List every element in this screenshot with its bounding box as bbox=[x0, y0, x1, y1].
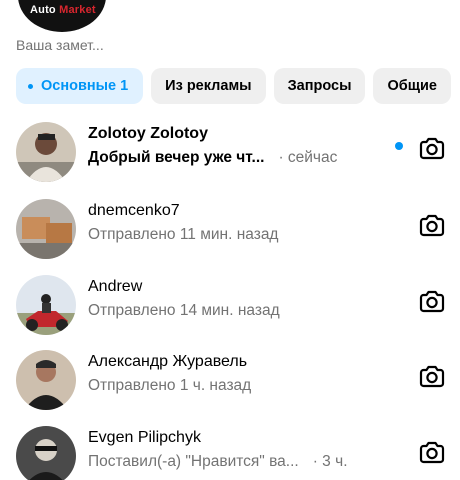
avatar[interactable] bbox=[16, 122, 76, 182]
thread-name: Evgen Pilipchyk bbox=[88, 429, 201, 446]
inbox-tabs: Основные 1 Из рекламы Запросы Общие bbox=[16, 68, 451, 104]
avatar[interactable] bbox=[16, 275, 76, 335]
note-avatar-logo: Auto Market bbox=[30, 4, 96, 16]
thread-name: Zolotoy Zolotoy bbox=[88, 125, 208, 142]
thread-name: Александр Журавель bbox=[88, 353, 248, 370]
avatar[interactable] bbox=[16, 350, 76, 410]
thread-row[interactable]: dnemcenko7 Отправлено 11 мин. назад bbox=[0, 194, 460, 266]
thread-row[interactable]: Zolotoy Zolotoy Добрый вечер уже чт... ·… bbox=[0, 117, 460, 189]
camera-icon[interactable] bbox=[418, 288, 446, 316]
thread-time: · сейчас bbox=[278, 149, 338, 166]
thread-preview: Добрый вечер уже чт... bbox=[88, 149, 265, 166]
thread-name: Andrew bbox=[88, 278, 143, 295]
avatar[interactable] bbox=[16, 199, 76, 259]
thread-preview: Отправлено 11 мин. назад bbox=[88, 226, 279, 243]
camera-icon[interactable] bbox=[418, 135, 446, 163]
tab-ads-label: Из рекламы bbox=[165, 78, 252, 94]
note-avatar[interactable]: Auto Market bbox=[18, 0, 106, 32]
thread-subtitle: Поставил(-а) "Нравится" ва... · 3 ч. bbox=[88, 453, 348, 471]
camera-icon[interactable] bbox=[418, 363, 446, 391]
unread-dot-icon bbox=[395, 142, 403, 150]
tab-requests-label: Запросы bbox=[287, 78, 352, 94]
tab-primary[interactable]: Основные 1 bbox=[16, 68, 144, 104]
thread-preview: Поставил(-а) "Нравится" ва... bbox=[88, 453, 299, 470]
thread-row[interactable]: Evgen Pilipchyk Поставил(-а) "Нравится" … bbox=[0, 421, 460, 480]
thread-subtitle: Добрый вечер уже чт... · сейчас bbox=[88, 149, 337, 167]
thread-name: dnemcenko7 bbox=[88, 202, 180, 219]
camera-icon[interactable] bbox=[418, 439, 446, 467]
thread-preview: Отправлено 1 ч. назад bbox=[88, 377, 252, 394]
avatar[interactable] bbox=[16, 426, 76, 480]
thread-subtitle: Отправлено 14 мин. назад bbox=[88, 302, 280, 320]
thread-subtitle: Отправлено 1 ч. назад bbox=[88, 377, 251, 395]
thread-preview: Отправлено 14 мин. назад bbox=[88, 302, 280, 319]
thread-subtitle: Отправлено 11 мин. назад bbox=[88, 226, 278, 244]
unread-indicator-icon bbox=[28, 83, 33, 89]
tab-primary-label: Основные 1 bbox=[41, 78, 129, 94]
camera-icon[interactable] bbox=[418, 212, 446, 240]
tab-requests[interactable]: Запросы bbox=[273, 68, 366, 104]
thread-row[interactable]: Александр Журавель Отправлено 1 ч. назад bbox=[0, 345, 460, 417]
tab-general-label: Общие bbox=[387, 78, 437, 94]
tab-general[interactable]: Общие bbox=[373, 68, 451, 104]
tab-ads[interactable]: Из рекламы bbox=[151, 68, 266, 104]
note-text[interactable]: Ваша замет... bbox=[16, 37, 104, 53]
thread-time: · 3 ч. bbox=[312, 453, 348, 470]
thread-row[interactable]: Andrew Отправлено 14 мин. назад bbox=[0, 270, 460, 342]
